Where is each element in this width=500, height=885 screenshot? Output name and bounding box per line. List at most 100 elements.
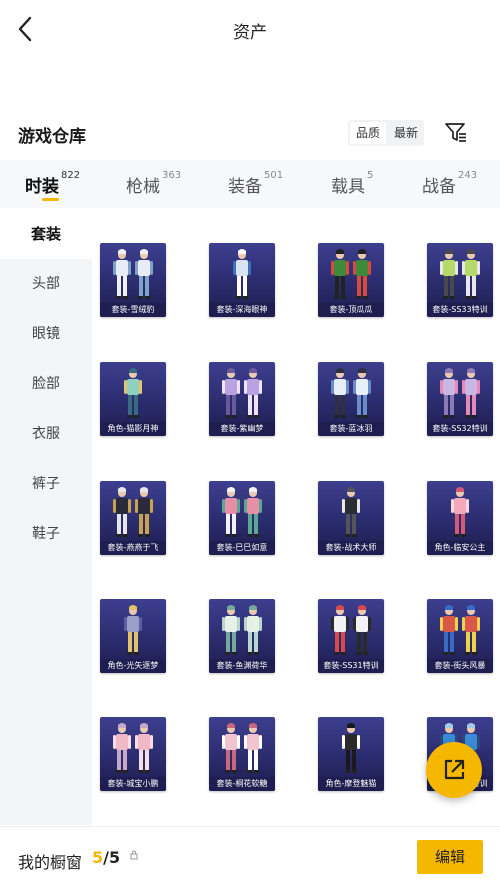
item-card[interactable]: 套装-深海眼神 xyxy=(209,243,275,317)
tab-fashion[interactable]: 时装822 xyxy=(25,170,81,197)
category-tabs: 时装822 枪械363 装备501 载具5 战备243 xyxy=(0,160,500,208)
item-label: 套装-顶瓜瓜 xyxy=(318,303,384,317)
item-card[interactable]: 套装-SS32特训 xyxy=(427,362,493,436)
item-label: 套装-街头风暴 xyxy=(427,659,493,673)
sidebar-item-outfit[interactable]: 套装 xyxy=(0,209,92,259)
item-card[interactable]: 套装-城宝小鹏 xyxy=(100,717,166,791)
bottom-bar: 我的橱窗 5/5 编辑 xyxy=(0,826,500,885)
item-label: 套装-SS33特训 xyxy=(427,303,493,317)
tab-label: 装备 xyxy=(228,177,262,197)
sidebar-item-glasses[interactable]: 眼镜 xyxy=(0,309,92,359)
item-card[interactable]: 套装-战术大师 xyxy=(318,481,384,555)
sidebar-item-face[interactable]: 脸部 xyxy=(0,359,92,409)
outfit-figure xyxy=(233,249,251,299)
item-label: 套装-蓝冰羽 xyxy=(318,422,384,436)
warehouse-row: 游戏仓库 品质 最新 xyxy=(0,110,500,156)
outfit-figure xyxy=(222,723,262,773)
tab-count: 243 xyxy=(458,170,478,181)
tab-count: 822 xyxy=(61,170,81,181)
sidebar-item-pants[interactable]: 裤子 xyxy=(0,459,92,509)
item-card[interactable]: 角色-摩登魅猫 xyxy=(318,717,384,791)
outfit-figure xyxy=(451,487,469,537)
tab-vehicles[interactable]: 载具5 xyxy=(331,170,374,197)
item-card[interactable]: 套装-紫幽梦 xyxy=(209,362,275,436)
item-grid: 套装-雪绒豹 套装-深海眼神 套装-顶瓜瓜 套装-SS33特训角色-猫影月神 套装-紫幽… xyxy=(92,209,500,825)
item-label: 套装-SS31特训 xyxy=(318,659,384,673)
item-card[interactable]: 套装-街头风暴 xyxy=(427,599,493,673)
outfit-figure xyxy=(124,368,142,418)
tab-label: 时装 xyxy=(25,177,59,197)
outfit-figure xyxy=(113,487,153,537)
sidebar-item-head[interactable]: 头部 xyxy=(0,259,92,309)
item-label: 套装-紫幽梦 xyxy=(209,422,275,436)
lock-icon xyxy=(130,850,138,860)
item-label: 套装-深海眼神 xyxy=(209,303,275,317)
outfit-figure xyxy=(440,368,480,418)
item-card[interactable]: 套装-蓝冰羽 xyxy=(318,362,384,436)
outfit-figure xyxy=(222,368,262,418)
share-icon xyxy=(444,759,465,780)
sidebar-item-shoes[interactable]: 鞋子 xyxy=(0,509,92,559)
tab-count: 363 xyxy=(162,170,182,181)
sort-newest-button[interactable]: 最新 xyxy=(388,120,424,146)
page-title: 资产 xyxy=(233,23,267,43)
outfit-figure xyxy=(331,368,371,418)
item-label: 角色-猫影月神 xyxy=(100,422,166,436)
outfit-figure xyxy=(113,723,153,773)
item-card[interactable]: 角色-猫影月神 xyxy=(100,362,166,436)
category-sidebar: 套装 头部 眼镜 脸部 衣服 裤子 鞋子 xyxy=(0,209,92,825)
item-card[interactable]: 套装-顶瓜瓜 xyxy=(318,243,384,317)
edit-button[interactable]: 编辑 xyxy=(417,840,483,874)
item-label: 套装-桐花软糖 xyxy=(209,777,275,791)
item-label: 角色-临安公主 xyxy=(427,541,493,555)
item-label: 套装-战术大师 xyxy=(318,541,384,555)
outfit-figure xyxy=(222,605,262,655)
wardrobe-current: 5 xyxy=(92,848,104,867)
item-label: 角色-光矢逐梦 xyxy=(100,659,166,673)
sidebar-item-clothes[interactable]: 衣服 xyxy=(0,409,92,459)
outfit-figure xyxy=(331,249,371,299)
item-label: 角色-摩登魅猫 xyxy=(318,777,384,791)
item-label: 套装-巳巳如意 xyxy=(209,541,275,555)
tab-supplies[interactable]: 战备243 xyxy=(422,170,478,197)
item-card[interactable]: 套装-雪绒豹 xyxy=(100,243,166,317)
item-label: 套装-SS32特训 xyxy=(427,422,493,436)
sort-quality-button[interactable]: 品质 xyxy=(350,122,387,144)
tab-guns[interactable]: 枪械363 xyxy=(126,170,182,197)
outfit-figure xyxy=(331,605,371,655)
wardrobe-total: 5 xyxy=(108,848,121,867)
wardrobe-count: 5/5 xyxy=(92,848,120,867)
outfit-figure xyxy=(124,605,142,655)
tab-count: 5 xyxy=(367,170,374,181)
item-card[interactable]: 套装-鱼渊荷华 xyxy=(209,599,275,673)
wardrobe-label: 我的橱窗 xyxy=(18,853,83,872)
header: 资产 xyxy=(0,0,500,60)
tab-label: 载具 xyxy=(331,177,365,197)
item-label: 套装-城宝小鹏 xyxy=(100,777,166,791)
tab-label: 战备 xyxy=(422,177,456,197)
item-label: 套装-燕燕于飞 xyxy=(100,541,166,555)
outfit-figure xyxy=(113,249,153,299)
item-card[interactable]: 套装-巳巳如意 xyxy=(209,481,275,555)
item-card[interactable]: 套装-SS31特训 xyxy=(318,599,384,673)
item-card[interactable]: 角色-临安公主 xyxy=(427,481,493,555)
outfit-figure xyxy=(222,487,262,537)
filter-icon[interactable] xyxy=(444,120,468,144)
active-tab-indicator xyxy=(42,198,59,201)
item-card[interactable]: 套装-燕燕于飞 xyxy=(100,481,166,555)
outfit-figure xyxy=(342,487,360,537)
item-card[interactable]: 套装-桐花软糖 xyxy=(209,717,275,791)
warehouse-title: 游戏仓库 xyxy=(18,127,86,147)
item-card[interactable]: 套装-SS33特训 xyxy=(427,243,493,317)
item-card[interactable]: 角色-光矢逐梦 xyxy=(100,599,166,673)
sort-toggle: 品质 最新 xyxy=(348,120,425,146)
tab-label: 枪械 xyxy=(126,177,160,197)
outfit-figure xyxy=(440,249,480,299)
tab-count: 501 xyxy=(264,170,284,181)
share-button[interactable] xyxy=(426,742,482,798)
outfit-figure xyxy=(440,605,480,655)
item-label: 套装-鱼渊荷华 xyxy=(209,659,275,673)
outfit-figure xyxy=(342,723,360,773)
item-label: 套装-雪绒豹 xyxy=(100,303,166,317)
tab-equipment[interactable]: 装备501 xyxy=(228,170,284,197)
